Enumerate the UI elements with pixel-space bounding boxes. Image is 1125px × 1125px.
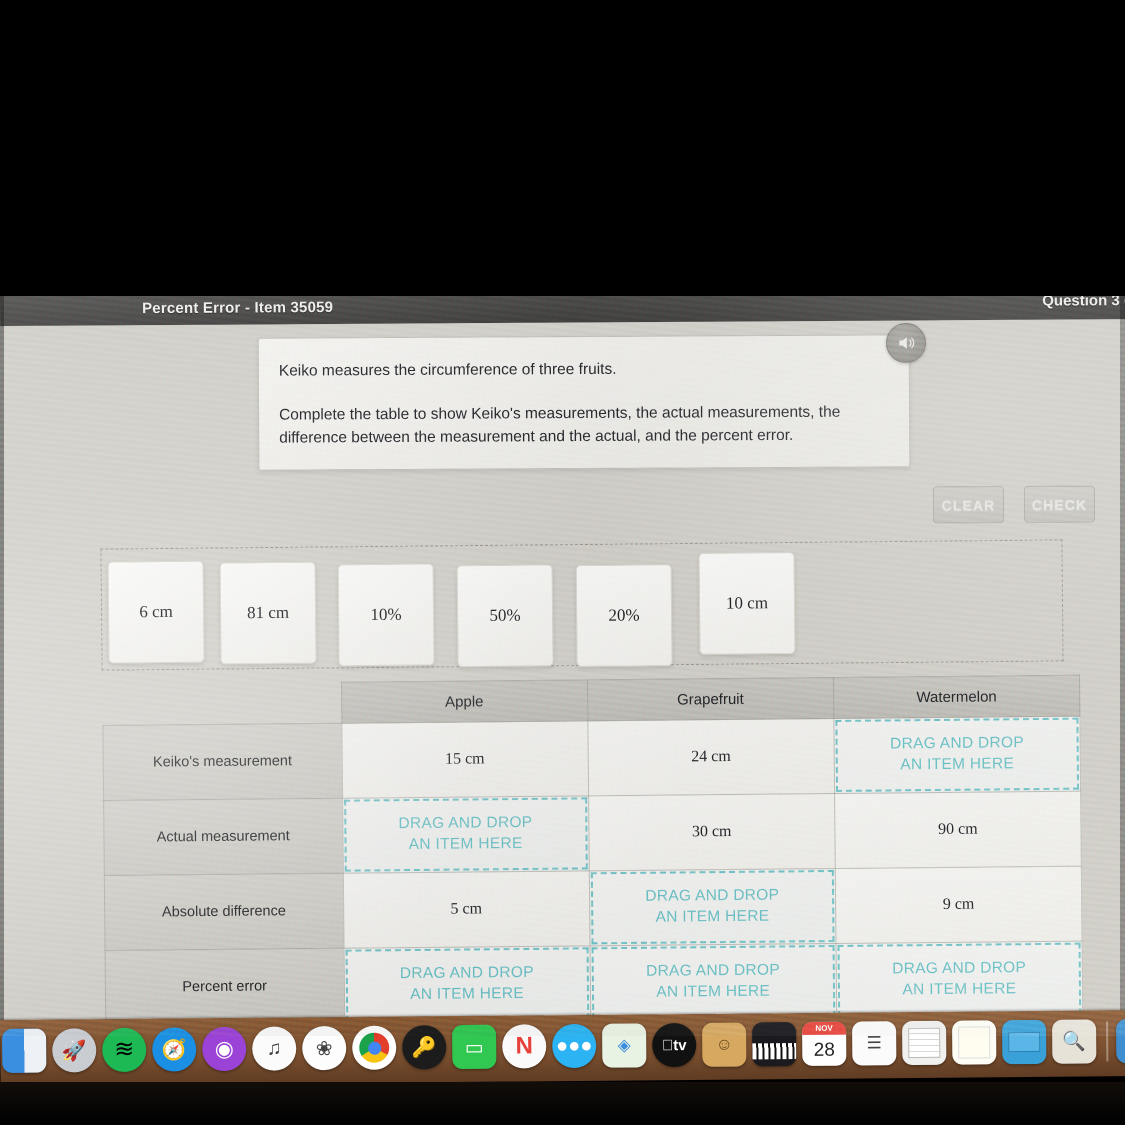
row-header-label: Absolute difference (104, 873, 344, 951)
table-corner-cell (103, 682, 342, 725)
table-body: Keiko's measurement 15 cm 24 cm DRAG AND DR… (102, 716, 1083, 1026)
draggable-tile[interactable]: 10 cm (698, 551, 796, 655)
draggable-tile[interactable]: 10% (337, 563, 435, 667)
drop-zone-line-1: DRAG AND DROP (645, 886, 780, 905)
answer-table: Apple Grapefruit Watermelon Keiko's meas… (102, 675, 1083, 1026)
drop-zone-line-1: DRAG AND DROP (398, 813, 533, 833)
drop-zone-cell[interactable]: DRAG AND DROP AN ITEM HERE (833, 716, 1081, 794)
photos-icon[interactable]: ❀ (302, 1025, 347, 1071)
safari-icon[interactable]: 🧭 (152, 1027, 197, 1072)
drop-zone-placeholder: DRAG AND DROP AN ITEM HERE (835, 717, 1080, 792)
spotify-icon[interactable]: ≋ (102, 1027, 147, 1073)
table-value-cell: 90 cm (834, 791, 1082, 869)
draggable-tile[interactable]: 6 cm (107, 560, 205, 664)
calendar-icon[interactable]: NOV 28 (802, 1021, 847, 1066)
contacts-icon[interactable]: ☺ (702, 1022, 747, 1067)
preview-icon[interactable]: 🔍 (1052, 1019, 1097, 1064)
table-value-cell: 24 cm (587, 718, 835, 796)
table-value-cell: 9 cm (835, 866, 1083, 944)
table-row: Keiko's measurement 15 cm 24 cm DRAG AND DR… (102, 716, 1081, 801)
apple-tv-icon[interactable]: tv (652, 1022, 697, 1068)
numbers-icon[interactable] (902, 1020, 947, 1066)
prompt-line-2: Complete the table to show Keiko's measu… (279, 404, 841, 447)
chrome-icon[interactable] (352, 1025, 397, 1070)
laptop-screen-photo: Percent Error - Item 35059 Question 3 o … (0, 0, 1125, 1125)
notes-icon[interactable] (952, 1020, 997, 1065)
reminders-icon[interactable]: ☰ (852, 1021, 897, 1066)
draggable-tile[interactable]: 20% (575, 564, 673, 668)
drop-zone-placeholder: DRAG AND DROP AN ITEM HERE (591, 944, 836, 1020)
check-button[interactable]: CHECK (1023, 485, 1096, 523)
table-value-cell: 5 cm (342, 870, 590, 949)
system-preferences-icon[interactable]: ⚙ (1116, 1018, 1125, 1064)
drop-zone-cell[interactable]: DRAG AND DROP AN ITEM HERE (588, 868, 836, 946)
page-title: Percent Error - Item 35059 (142, 298, 334, 318)
draggable-tile-tray: 6 cm 81 cm 10% 50% 20% 10 cm (100, 539, 1064, 671)
speaker-audio-icon[interactable] (886, 323, 926, 363)
column-header-watermelon: Watermelon (833, 675, 1080, 719)
news-icon[interactable]: N (502, 1024, 547, 1069)
drop-zone-placeholder: DRAG AND DROP AN ITEM HERE (837, 942, 1082, 1017)
drop-zone-placeholder: DRAG AND DROP AN ITEM HERE (590, 869, 835, 945)
drop-zone-line-2: AN ITEM HERE (902, 980, 1017, 999)
clear-button[interactable]: CLEAR (932, 486, 1005, 524)
messages-icon[interactable]: ●●● (552, 1023, 597, 1069)
drop-zone-placeholder: DRAG AND DROP AN ITEM HERE (345, 947, 589, 1022)
drop-zone-line-1: DRAG AND DROP (645, 961, 781, 980)
table-value-cell: 15 cm (341, 720, 589, 799)
drop-zone-cell[interactable]: DRAG AND DROP AN ITEM HERE (342, 795, 589, 874)
maps-icon[interactable]: ◈ (602, 1023, 647, 1068)
music-icon[interactable]: ♫ (252, 1026, 297, 1071)
drop-zone-cell[interactable]: DRAG AND DROP AN ITEM HERE (343, 945, 591, 1024)
drop-zone-cell[interactable]: DRAG AND DROP AN ITEM HERE (835, 941, 1083, 1019)
drop-zone-line-1: DRAG AND DROP (889, 734, 1025, 753)
question-prompt-panel: Keiko measures the circumference of thre… (257, 334, 911, 472)
launchpad-icon[interactable]: 🚀 (52, 1028, 97, 1073)
macos-dock: 🚀≋🧭◉♫❀🔑▭N●●●◈tv☺NOV28☰🔍⚙◷▭ (0, 1012, 1125, 1080)
table-value-cell: 30 cm (588, 793, 836, 871)
drop-zone-cell[interactable]: DRAG AND DROP AN ITEM HERE (589, 943, 837, 1021)
finder-icon[interactable] (2, 1028, 47, 1073)
table-row: Absolute difference 5 cm DRAG AND DROP AN I… (104, 866, 1083, 951)
keynote-icon[interactable] (1002, 1019, 1047, 1065)
laptop-screen: Percent Error - Item 35059 Question 3 o … (0, 296, 1125, 1036)
prompt-line-1: Keiko measures the circumference of thre… (278, 360, 617, 380)
row-header-label: Percent error (105, 948, 345, 1026)
photo-dark-background (0, 0, 1125, 297)
drop-zone-line-2: AN ITEM HERE (410, 984, 525, 1004)
laptop-bottom-bezel (0, 1082, 1125, 1125)
drop-zone-line-2: AN ITEM HERE (408, 834, 523, 854)
podcasts-icon[interactable]: ◉ (202, 1026, 247, 1072)
row-header-label: Actual measurement (103, 798, 343, 876)
drop-zone-line-2: AN ITEM HERE (900, 755, 1015, 774)
answer-table-wrapper: Apple Grapefruit Watermelon Keiko's meas… (102, 675, 1083, 1026)
garageband-icon[interactable] (752, 1022, 797, 1067)
column-header-grapefruit: Grapefruit (587, 677, 834, 721)
draggable-tile[interactable]: 50% (456, 564, 554, 668)
drop-zone-line-1: DRAG AND DROP (892, 959, 1027, 978)
column-header-apple: Apple (340, 679, 588, 724)
dock-separator (1106, 1021, 1109, 1062)
row-header-label: Keiko's measurement (102, 723, 343, 801)
question-counter: Question 3 o (1042, 296, 1125, 310)
screen-right-edge (1120, 296, 1125, 1036)
drop-zone-line-2: AN ITEM HERE (655, 907, 770, 926)
action-button-group: CLEAR CHECK (932, 485, 1096, 524)
drop-zone-placeholder: DRAG AND DROP AN ITEM HERE (343, 797, 588, 872)
app-header-bar: Percent Error - Item 35059 Question 3 o (0, 296, 1125, 326)
keychain-icon[interactable]: 🔑 (402, 1025, 447, 1070)
drop-zone-line-2: AN ITEM HERE (656, 982, 771, 1001)
draggable-tile[interactable]: 81 cm (219, 561, 317, 665)
drop-zone-line-1: DRAG AND DROP (399, 963, 534, 983)
screen-left-edge (0, 296, 4, 1036)
facetime-icon[interactable]: ▭ (452, 1024, 497, 1070)
table-row: Actual measurement DRAG AND DROP AN ITEM H… (103, 791, 1082, 876)
